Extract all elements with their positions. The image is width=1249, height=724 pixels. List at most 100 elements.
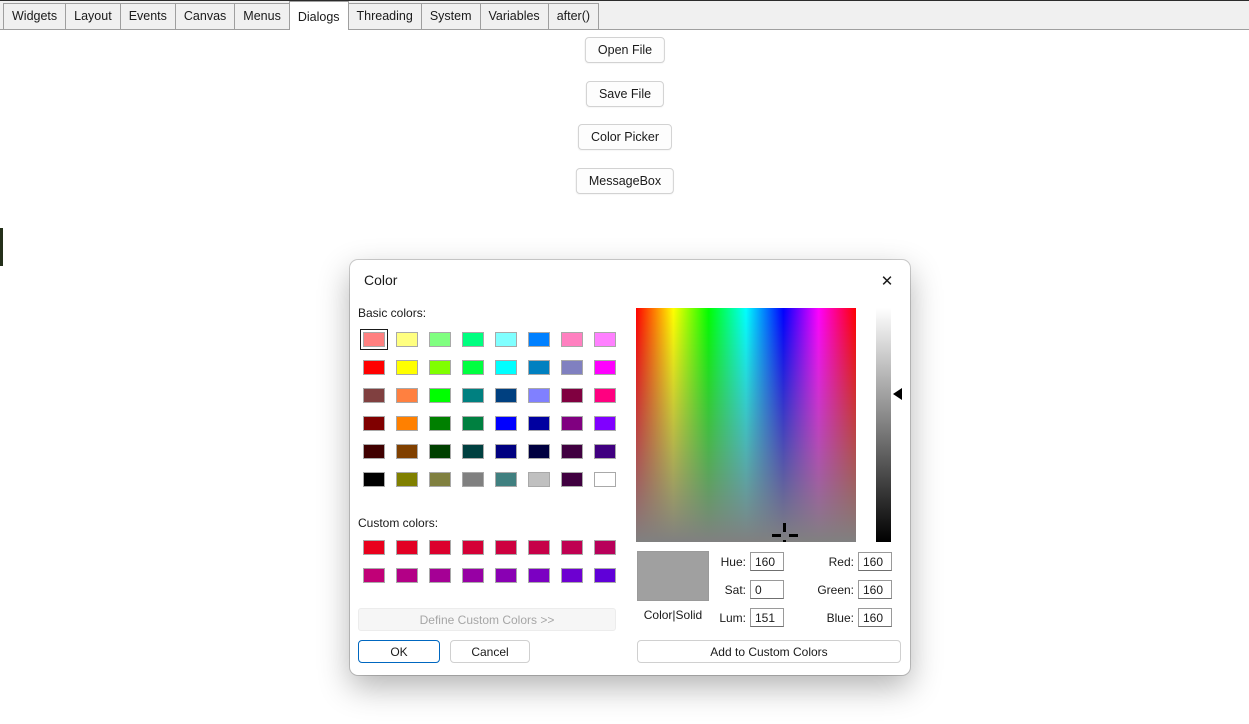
basic-color-swatch[interactable] — [528, 332, 550, 347]
basic-color-swatch[interactable] — [363, 416, 385, 431]
basic-color-swatch[interactable] — [396, 332, 418, 347]
custom-color-swatch[interactable] — [495, 540, 517, 555]
cancel-button[interactable]: Cancel — [450, 640, 530, 663]
save-file-button[interactable]: Save File — [585, 81, 665, 107]
basic-color-swatch[interactable] — [495, 332, 517, 347]
basic-color-swatch[interactable] — [429, 444, 451, 459]
basic-colors-grid — [360, 329, 616, 487]
custom-color-swatch[interactable] — [462, 540, 484, 555]
basic-color-swatch[interactable] — [561, 388, 583, 403]
basic-color-swatch[interactable] — [396, 444, 418, 459]
basic-color-swatch[interactable] — [495, 416, 517, 431]
basic-color-swatch[interactable] — [462, 360, 484, 375]
tab-threading[interactable]: Threading — [347, 3, 422, 29]
custom-color-swatch[interactable] — [429, 568, 451, 583]
basic-color-swatch[interactable] — [363, 388, 385, 403]
basic-color-swatch[interactable] — [594, 416, 616, 431]
basic-color-swatch[interactable] — [594, 332, 616, 347]
basic-color-swatch[interactable] — [462, 416, 484, 431]
basic-color-swatch[interactable] — [363, 444, 385, 459]
left-edge-artifact — [0, 228, 3, 266]
custom-color-swatch[interactable] — [528, 540, 550, 555]
tab-events[interactable]: Events — [119, 3, 176, 29]
lum-field[interactable]: 151 — [750, 608, 784, 627]
define-custom-colors-button[interactable]: Define Custom Colors >> — [358, 608, 616, 631]
blue-field[interactable]: 160 — [858, 608, 892, 627]
custom-color-swatch[interactable] — [396, 540, 418, 555]
custom-color-swatch[interactable] — [594, 568, 616, 583]
basic-color-swatch[interactable] — [462, 388, 484, 403]
tab-system[interactable]: System — [420, 3, 481, 29]
basic-color-swatch[interactable] — [495, 388, 517, 403]
custom-color-swatch[interactable] — [363, 568, 385, 583]
green-field[interactable]: 160 — [858, 580, 892, 599]
red-field[interactable]: 160 — [858, 552, 892, 571]
sat-field[interactable]: 0 — [750, 580, 784, 599]
open-file-button[interactable]: Open File — [584, 37, 666, 63]
tab-variables[interactable]: Variables — [479, 3, 549, 29]
tab-canvas[interactable]: Canvas — [174, 3, 236, 29]
basic-color-swatch[interactable] — [528, 416, 550, 431]
luminance-bar[interactable] — [876, 308, 891, 542]
basic-color-swatch[interactable] — [429, 332, 451, 347]
basic-color-swatch[interactable] — [594, 472, 616, 487]
close-icon[interactable]: ✕ — [874, 268, 900, 294]
basic-color-swatch[interactable] — [429, 360, 451, 375]
custom-color-swatch[interactable] — [462, 568, 484, 583]
basic-color-swatch[interactable] — [462, 332, 484, 347]
basic-color-swatch[interactable] — [396, 472, 418, 487]
basic-color-swatch[interactable] — [561, 416, 583, 431]
ok-button[interactable]: OK — [358, 640, 440, 663]
tab-after[interactable]: after() — [547, 3, 600, 29]
messagebox-button[interactable]: MessageBox — [575, 168, 675, 194]
green-label: Green: — [817, 582, 854, 597]
color-picker-button[interactable]: Color Picker — [577, 124, 673, 150]
basic-color-swatch[interactable] — [495, 360, 517, 375]
custom-color-swatch[interactable] — [396, 568, 418, 583]
basic-color-swatch[interactable] — [360, 329, 388, 350]
tab-menus[interactable]: Menus — [234, 3, 290, 29]
basic-color-swatch[interactable] — [396, 360, 418, 375]
hue-saturation-field[interactable] — [636, 308, 856, 542]
basic-color-swatch[interactable] — [594, 360, 616, 375]
custom-color-swatch[interactable] — [528, 568, 550, 583]
tab-layout[interactable]: Layout — [65, 3, 121, 29]
basic-color-swatch[interactable] — [396, 416, 418, 431]
basic-color-swatch[interactable] — [594, 444, 616, 459]
custom-color-swatch[interactable] — [561, 540, 583, 555]
custom-color-swatch[interactable] — [561, 568, 583, 583]
basic-color-swatch[interactable] — [429, 416, 451, 431]
basic-color-swatch[interactable] — [528, 360, 550, 375]
basic-color-swatch[interactable] — [495, 444, 517, 459]
basic-color-swatch[interactable] — [462, 444, 484, 459]
custom-color-swatch[interactable] — [363, 540, 385, 555]
hsl-fields: Hue: 160 Sat: 0 Lum: 151 — [710, 552, 784, 636]
basic-color-swatch[interactable] — [495, 472, 517, 487]
red-label: Red: — [828, 554, 854, 569]
basic-color-swatch[interactable] — [528, 388, 550, 403]
basic-color-swatch[interactable] — [396, 388, 418, 403]
tab-dialogs[interactable]: Dialogs — [288, 1, 349, 30]
basic-color-swatch[interactable] — [363, 472, 385, 487]
custom-color-swatch[interactable] — [429, 540, 451, 555]
custom-color-swatch[interactable] — [495, 568, 517, 583]
add-to-custom-colors-button[interactable]: Add to Custom Colors — [637, 640, 901, 663]
hue-field[interactable]: 160 — [750, 552, 784, 571]
basic-color-swatch[interactable] — [561, 360, 583, 375]
color-crosshair-icon — [789, 534, 798, 537]
tab-widgets[interactable]: Widgets — [3, 3, 67, 29]
basic-color-swatch[interactable] — [363, 360, 385, 375]
basic-color-swatch[interactable] — [561, 444, 583, 459]
hue-label: Hue: — [720, 554, 746, 569]
custom-color-swatch[interactable] — [594, 540, 616, 555]
lum-label: Lum: — [719, 610, 746, 625]
luminance-slider-arrow-icon[interactable] — [893, 388, 902, 400]
basic-color-swatch[interactable] — [561, 472, 583, 487]
basic-color-swatch[interactable] — [462, 472, 484, 487]
basic-color-swatch[interactable] — [528, 444, 550, 459]
basic-color-swatch[interactable] — [528, 472, 550, 487]
basic-color-swatch[interactable] — [594, 388, 616, 403]
basic-color-swatch[interactable] — [429, 472, 451, 487]
basic-color-swatch[interactable] — [429, 388, 451, 403]
basic-color-swatch[interactable] — [561, 332, 583, 347]
